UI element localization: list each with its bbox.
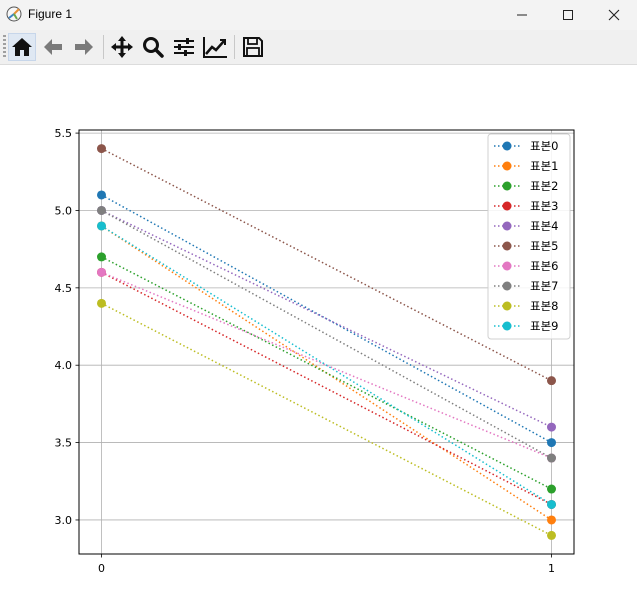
legend-label-7: 표본7 [530,279,558,293]
y-tick-label: 3.5 [55,437,73,450]
window-title-bar: Figure 1 [0,0,637,30]
minimize-icon [517,14,527,16]
data-point-8-0 [97,298,106,308]
forward-arrow-icon [75,39,93,55]
close-icon [608,9,620,21]
toolbar-separator [234,35,235,59]
legend-label-5: 표본5 [530,239,558,253]
data-point-0-1 [547,438,556,448]
series-line-0 [101,194,552,444]
series-line-2 [101,256,552,490]
x-tick-label: 0 [98,562,105,575]
y-tick-label: 4.0 [55,359,73,372]
plot-area: 3.03.54.04.55.05.50 1 표본0표본1표본2표본3표본4표본5표… [55,127,575,575]
legend-marker-1 [502,161,512,171]
legend-label-3: 표본3 [530,199,558,213]
configure-subplots-icon [174,38,194,56]
minimize-button[interactable] [499,0,545,30]
data-point-2-1 [547,484,556,494]
legend-marker-6 [502,261,512,271]
series-line-3 [101,271,552,506]
home-icon [12,38,32,56]
legend-marker-5 [502,241,512,251]
maximize-icon [563,10,573,20]
y-tick-label: 3.0 [55,514,73,527]
toolbar-grip [3,35,6,59]
series-lines [101,147,552,537]
matplotlib-app-icon [6,6,22,22]
data-point-5-1 [547,376,556,386]
legend: 표본0 표본1 표본2 표본3 표본4 표본5 표본6 표본7 표본8 표본9 [487,133,571,340]
x-tick-label: 1 [548,562,555,575]
y-tick-label: 5.0 [55,204,73,217]
legend-label-1: 표본1 [530,159,558,173]
data-point-5-0 [97,144,106,154]
legend-label-8: 표본8 [530,299,558,313]
legend-marker-9 [502,321,512,331]
legend-label-4: 표본4 [530,219,558,233]
figure-canvas[interactable]: 3.03.54.04.55.05.50 1 표본0표본1표본2표본3표본4표본5표… [0,64,637,616]
close-button[interactable] [591,0,637,30]
series-line-8 [101,302,552,537]
configure-subplots-button[interactable] [170,33,198,61]
legend-label-0: 표본0 [530,139,558,153]
legend-marker-3 [502,201,512,211]
edit-axes-button[interactable] [201,33,229,61]
window-title: Figure 1 [28,7,73,21]
pan-button[interactable] [108,33,136,61]
legend-marker-2 [502,181,512,191]
toolbar-separator [103,35,104,59]
data-point-8-1 [547,530,556,540]
data-point-0-0 [97,190,106,200]
save-button[interactable] [239,33,267,61]
zoom-magnifier-icon [143,37,164,58]
axis-ticks: 3.0 3.5 4.0 4.5 5.0 5.5 0 1 [55,127,556,575]
data-point-9-1 [547,499,556,509]
series-line-5 [101,147,552,382]
save-icon [243,37,263,57]
data-point-7-0 [97,205,106,215]
data-point-9-0 [97,221,106,231]
legend-label-9: 표본9 [530,319,558,333]
data-point-4-1 [547,422,556,432]
back-button[interactable] [39,33,67,61]
data-markers [97,144,556,540]
maximize-button[interactable] [545,0,591,30]
data-point-6-0 [97,267,106,277]
home-button[interactable] [8,33,36,61]
zoom-button[interactable] [139,33,167,61]
back-arrow-icon [44,39,62,55]
navigation-toolbar [0,30,637,65]
legend-marker-8 [502,301,512,311]
series-line-7 [101,209,552,459]
forward-button[interactable] [70,33,98,61]
legend-marker-4 [502,221,512,231]
edit-axes-icon [203,37,227,58]
legend-marker-7 [502,281,512,291]
data-point-1-1 [547,515,556,525]
data-point-2-0 [97,252,106,262]
legend-label-6: 표본6 [530,259,558,273]
data-point-7-1 [547,453,556,463]
legend-label-2: 표본2 [530,179,558,193]
y-tick-label: 4.5 [55,282,73,295]
y-tick-label: 5.5 [55,127,73,140]
pan-move-icon [111,36,133,58]
legend-marker-0 [502,141,512,151]
